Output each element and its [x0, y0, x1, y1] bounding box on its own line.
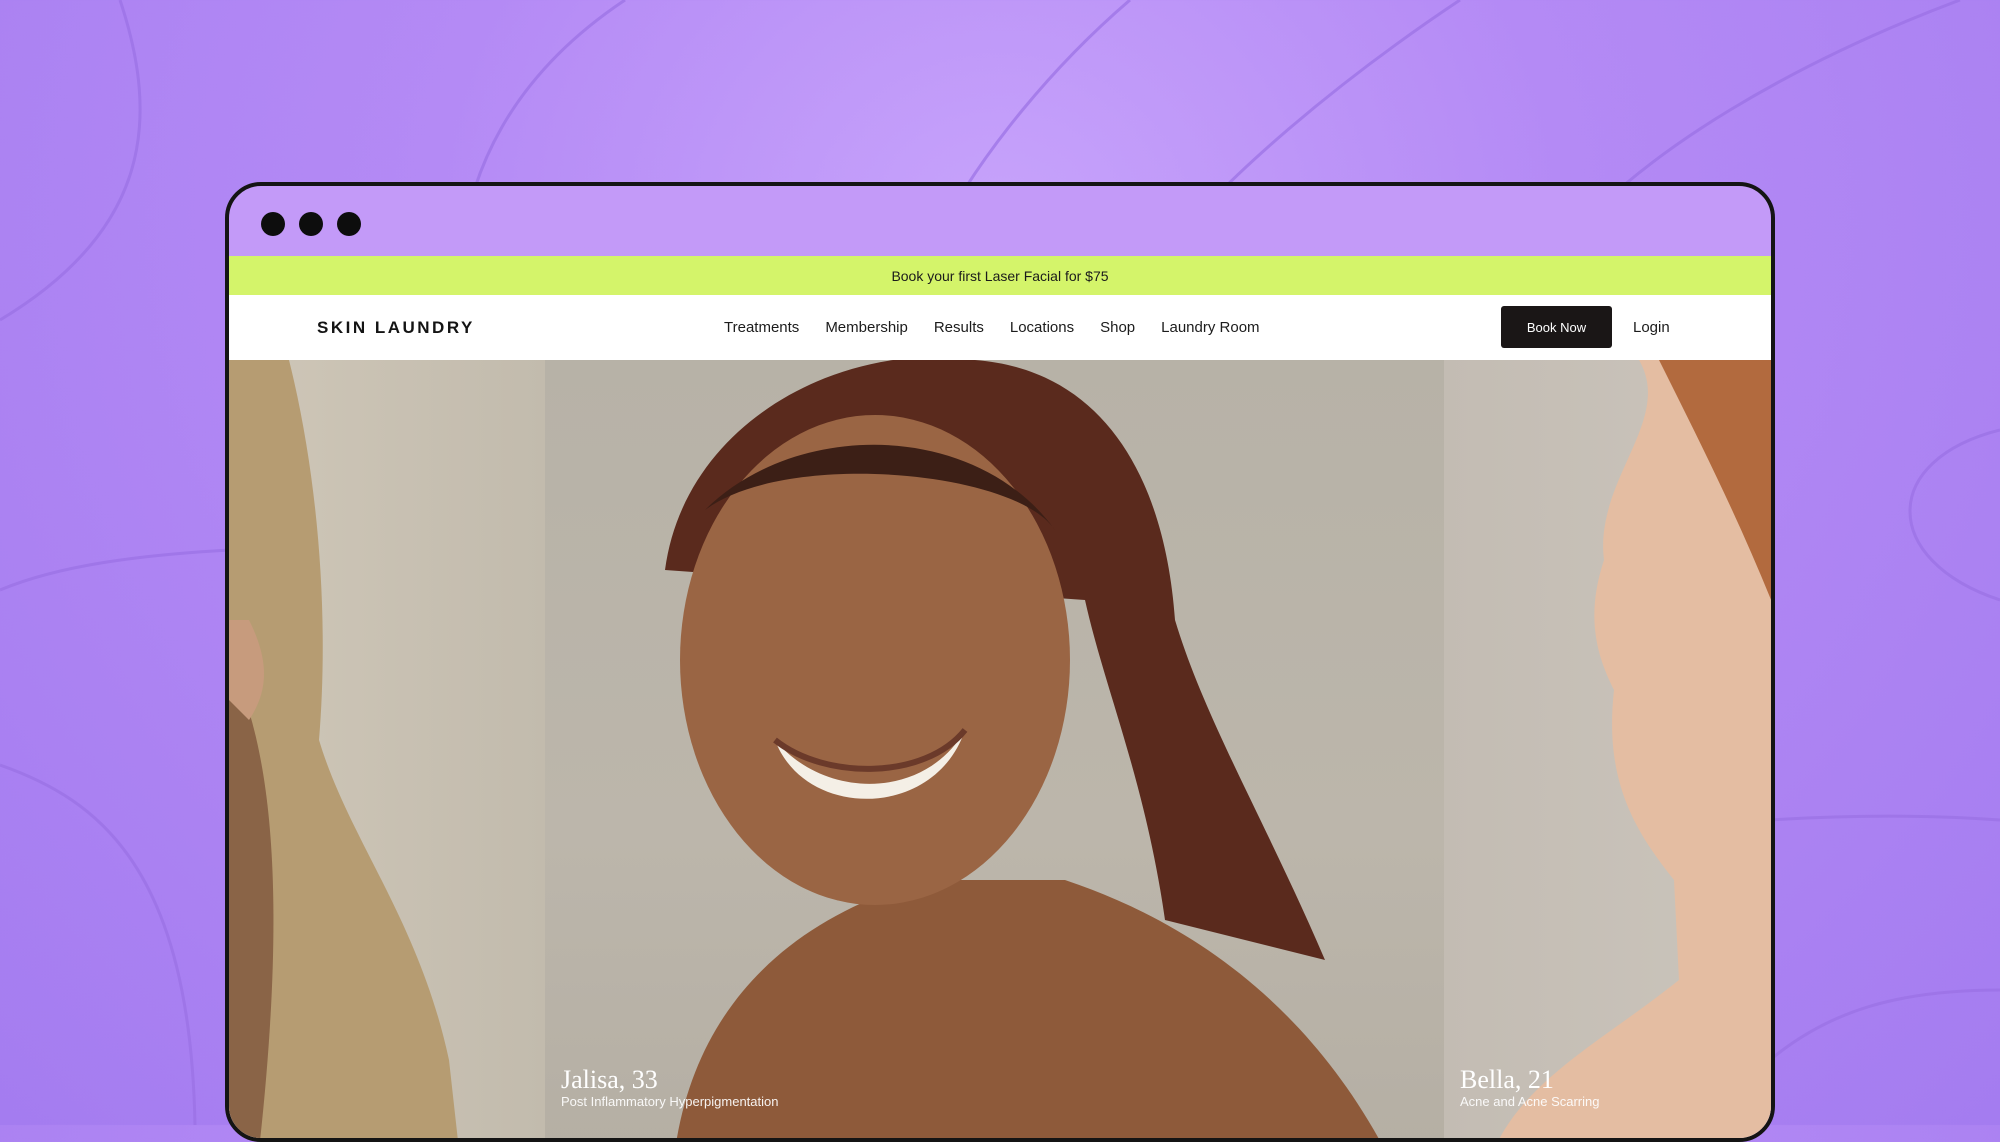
slide-concern: Post Inflammatory Hyperpigmentation [561, 1094, 779, 1109]
portrait-left-image [229, 360, 458, 1138]
main-navigation: SKIN LAUNDRY Treatments Membership Resul… [229, 295, 1771, 360]
minimize-dot-icon[interactable] [299, 212, 323, 236]
book-now-button[interactable]: Book Now [1501, 306, 1612, 348]
browser-window: Book your first Laser Facial for $75 SKI… [225, 182, 1775, 1142]
nav-item-results[interactable]: Results [934, 319, 984, 336]
nav-item-membership[interactable]: Membership [825, 319, 908, 336]
slide-caption-bella: Bella, 21 Acne and Acne Scarring [1460, 1066, 1599, 1110]
nav-menu: Treatments Membership Results Locations … [724, 295, 1260, 360]
window-controls [261, 212, 361, 236]
portrait-panel-right: Bella, 21 Acne and Acne Scarring [1444, 360, 1771, 1138]
maximize-dot-icon[interactable] [337, 212, 361, 236]
nav-item-shop[interactable]: Shop [1100, 319, 1135, 336]
nav-item-locations[interactable]: Locations [1010, 319, 1074, 336]
promo-text[interactable]: Book your first Laser Facial for $75 [891, 268, 1108, 284]
portrait-right-image [1499, 360, 1771, 1138]
portrait-center-image [665, 360, 1379, 1138]
portrait-panel-left [229, 360, 545, 1138]
slide-name: Jalisa, 33 [561, 1065, 658, 1094]
close-dot-icon[interactable] [261, 212, 285, 236]
portrait-panel-center: Jalisa, 33 Post Inflammatory Hyperpigmen… [545, 360, 1444, 1138]
slide-concern: Acne and Acne Scarring [1460, 1094, 1600, 1109]
slide-name: Bella, 21 [1460, 1065, 1554, 1094]
nav-item-treatments[interactable]: Treatments [724, 319, 799, 336]
hero-carousel: Jalisa, 33 Post Inflammatory Hyperpigmen… [229, 360, 1771, 1138]
promo-banner[interactable]: Book your first Laser Facial for $75 [229, 256, 1771, 295]
nav-item-laundry-room[interactable]: Laundry Room [1161, 319, 1259, 336]
slide-caption-jalisa: Jalisa, 33 Post Inflammatory Hyperpigmen… [561, 1066, 778, 1110]
site-logo[interactable]: SKIN LAUNDRY [317, 295, 475, 360]
login-link[interactable]: Login [1633, 295, 1670, 360]
